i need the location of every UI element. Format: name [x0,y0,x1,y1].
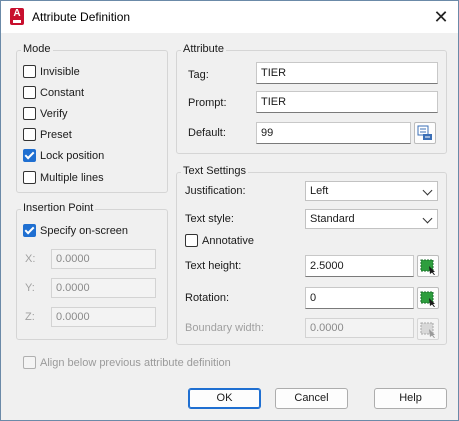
verify-checkbox-box[interactable] [23,107,36,120]
pick-rotation-button[interactable] [417,287,439,309]
align-below-label: Align below previous attribute definitio… [40,356,231,369]
y-field[interactable]: 0.0000 [51,278,156,298]
cancel-button[interactable]: Cancel [275,388,348,409]
constant-checkbox-box[interactable] [23,86,36,99]
preset-checkbox[interactable]: Preset [23,128,72,141]
invisible-checkbox[interactable]: Invisible [23,65,80,78]
verify-checkbox[interactable]: Verify [23,107,68,120]
specify-on-screen-label: Specify on-screen [40,224,129,237]
specify-on-screen-checkbox[interactable]: Specify on-screen [23,224,128,237]
pick-point-icon [420,322,435,338]
pick-text-height-button[interactable] [417,255,439,277]
x-label: X: [25,253,36,265]
prompt-label: Prompt: [188,97,227,109]
justification-dropdown[interactable]: Left [305,181,438,201]
text-height-input[interactable]: 2.5000 [305,255,414,277]
text-style-label: Text style: [185,213,234,225]
text-height-label: Text height: [185,260,242,272]
text-settings-group-title: Text Settings [181,165,248,177]
preset-checkbox-box[interactable] [23,128,36,141]
pick-point-icon [420,291,435,307]
insertion-point-group-title: Insertion Point [21,202,96,214]
tag-label: Tag: [188,69,209,81]
invisible-label: Invisible [40,65,80,78]
invisible-checkbox-box[interactable] [23,65,36,78]
tag-input[interactable]: TIER [256,62,438,84]
annotative-checkbox-box[interactable] [185,234,198,247]
multiple-lines-label: Multiple lines [40,171,104,184]
constant-checkbox[interactable]: Constant [23,86,84,99]
align-below-checkbox[interactable]: Align below previous attribute definitio… [23,356,231,369]
insert-field-button[interactable] [414,122,436,144]
align-below-checkbox-box[interactable] [23,356,36,369]
lock-position-checkbox[interactable]: Lock position [23,149,104,162]
multiple-lines-checkbox[interactable]: Multiple lines [23,171,104,184]
pick-boundary-width-button[interactable] [417,318,439,340]
dialog-title: Attribute Definition [32,10,131,24]
attribute-definition-dialog: Attribute Definition ✕ Mode Invisible Co… [0,0,459,421]
autocad-app-icon [10,8,24,25]
ok-button[interactable]: OK [188,388,261,409]
justification-value: Left [310,185,329,197]
x-field[interactable]: 0.0000 [51,249,156,269]
z-label: Z: [25,311,35,323]
title-bar: Attribute Definition ✕ [1,1,458,33]
text-style-value: Standard [310,213,355,225]
pick-point-icon [420,259,435,275]
lock-position-label: Lock position [40,149,105,162]
verify-label: Verify [40,107,68,120]
annotative-checkbox[interactable]: Annotative [185,234,254,247]
annotative-label: Annotative [202,234,254,247]
y-label: Y: [25,282,35,294]
preset-label: Preset [40,128,72,141]
default-input[interactable]: 99 [256,122,411,144]
text-style-dropdown[interactable]: Standard [305,209,438,229]
lock-position-checkbox-box[interactable] [23,149,36,162]
boundary-width-input[interactable]: 0.0000 [305,318,414,338]
chevron-down-icon [422,213,433,224]
help-button[interactable]: Help [374,388,447,409]
specify-on-screen-checkbox-box[interactable] [23,224,36,237]
insert-field-icon [417,125,432,140]
chevron-down-icon [422,185,433,196]
justification-label: Justification: [185,185,246,197]
default-label: Default: [188,127,226,139]
multiple-lines-checkbox-box[interactable] [23,171,36,184]
prompt-input[interactable]: TIER [256,91,438,113]
attribute-group-title: Attribute [181,43,226,55]
close-button[interactable]: ✕ [428,5,454,29]
rotation-input[interactable]: 0 [305,287,414,309]
constant-label: Constant [40,86,85,99]
z-field[interactable]: 0.0000 [51,307,156,327]
boundary-width-label: Boundary width: [185,322,264,334]
rotation-label: Rotation: [185,292,230,304]
mode-group-title: Mode [21,43,53,55]
